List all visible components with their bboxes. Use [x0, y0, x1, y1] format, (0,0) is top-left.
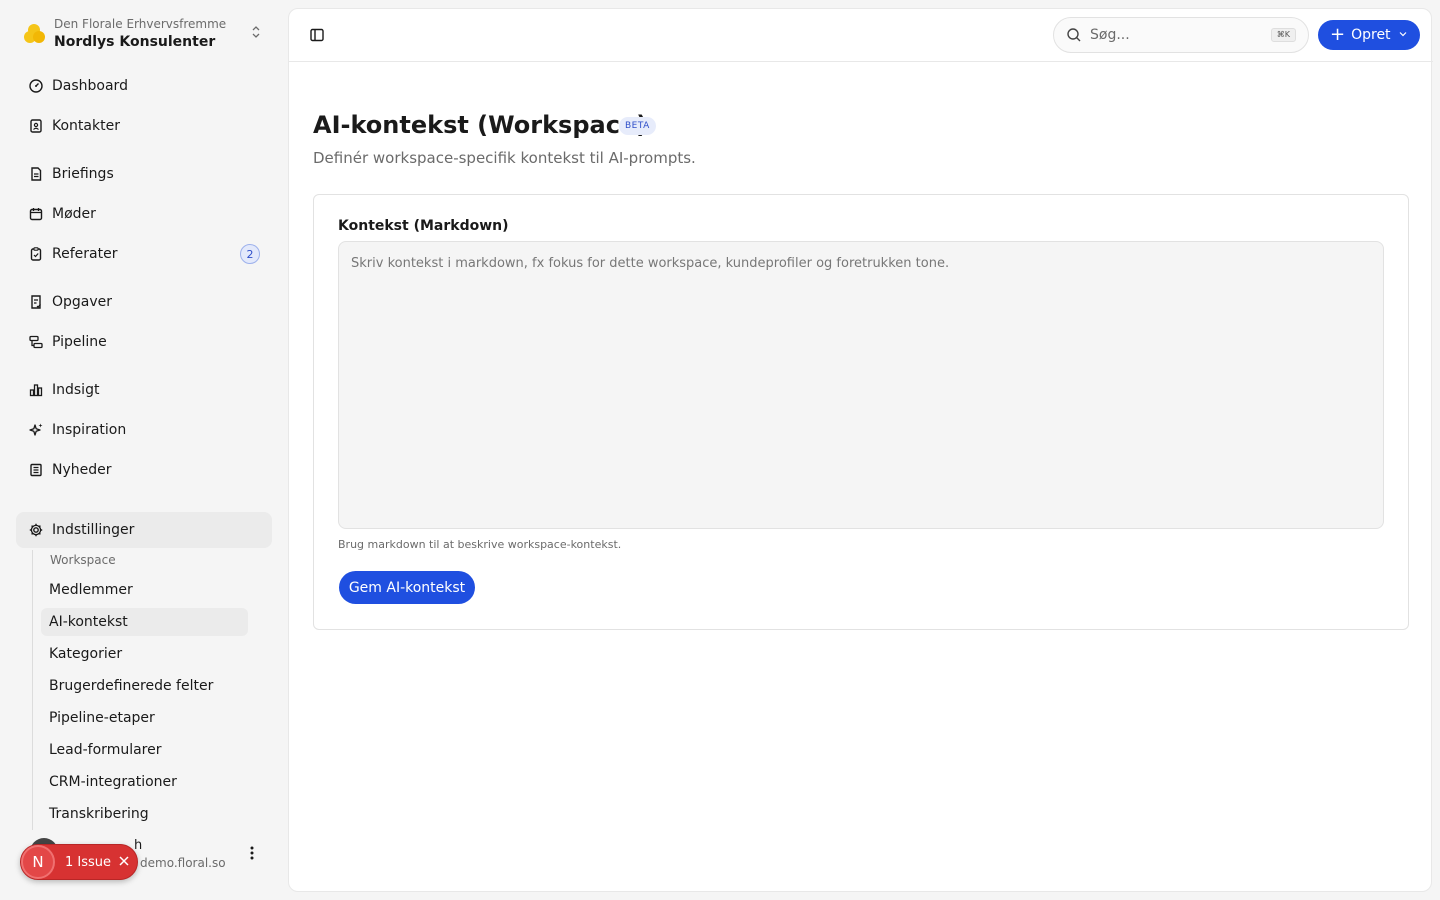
context-field-label: Kontekst (Markdown) [338, 218, 509, 234]
sidebar-item-label: Inspiration [52, 422, 127, 438]
sidebar-item-pipeline[interactable]: Pipeline [16, 324, 272, 360]
beta-badge: BETA [619, 117, 656, 135]
submenu-item-pipeline-etaper[interactable]: Pipeline-etaper [41, 704, 248, 732]
search-input[interactable]: Søg... ⌘K [1053, 17, 1309, 53]
sidebar-item-label: Opgaver [52, 294, 113, 310]
submenu-item-lead-formularer[interactable]: Lead-formularer [41, 736, 248, 764]
gauge-icon [28, 78, 44, 94]
page-subtitle: Definér workspace-specifik kontekst til … [313, 149, 696, 167]
help-text: Brug markdown til at beskrive workspace-… [338, 538, 622, 551]
sidebar-item-dashboard[interactable]: Dashboard [16, 68, 272, 104]
sidebar-item-label: Dashboard [52, 78, 128, 94]
sidebar-item-indsigt[interactable]: Indsigt [16, 372, 272, 408]
page-title: AI-kontekst (Workspace) [313, 111, 648, 139]
gear-icon [28, 522, 44, 538]
sidebar-item-label: Indsigt [52, 382, 100, 398]
sidebar-item-nyheder[interactable]: Nyheder [16, 452, 272, 488]
submenu-item-medlemmer[interactable]: Medlemmer [41, 576, 248, 604]
main-panel: Søg... ⌘K + Opret AI-kontekst (Workspace… [288, 8, 1433, 892]
save-ai-context-button[interactable]: Gem AI-kontekst [339, 571, 475, 604]
workspace-org: Den Florale Erhvervsfremme [54, 16, 227, 31]
create-button[interactable]: + Opret [1318, 20, 1420, 50]
ai-context-card: Kontekst (Markdown) Brug markdown til at… [313, 194, 1409, 630]
issue-indicator[interactable]: N 1 Issue [20, 844, 138, 880]
sidebar-item-label: Indstillinger [52, 522, 135, 538]
workspace-name: Nordlys Konsulenter [54, 33, 216, 50]
submenu-divider [32, 550, 33, 830]
context-markdown-field[interactable] [338, 241, 1384, 529]
submenu-item-ai-kontekst[interactable]: AI-kontekst [41, 608, 248, 636]
create-button-label: Opret [1351, 27, 1391, 43]
sidebar-item-inspiration[interactable]: Inspiration [16, 412, 272, 448]
sidebar-item-label: Kontakter [52, 118, 120, 134]
sidebar-item-label: Referater [52, 246, 118, 262]
submenu-item-kategorier[interactable]: Kategorier [41, 640, 248, 668]
search-placeholder: Søg... [1090, 27, 1130, 43]
workspace-switcher[interactable]: Den Florale Erhvervsfremme Nordlys Konsu… [16, 12, 272, 56]
issue-count: 1 Issue [65, 854, 112, 870]
contacts-icon [28, 118, 44, 134]
sidebar: Den Florale Erhvervsfremme Nordlys Konsu… [0, 0, 288, 900]
tasks-icon [28, 294, 44, 310]
submenu-item-brugerdefinerede-felter[interactable]: Brugerdefinerede felter [41, 672, 248, 700]
issue-logo: N [21, 845, 55, 879]
close-icon[interactable] [119, 854, 129, 870]
sidebar-item-moder[interactable]: Møder [16, 196, 272, 232]
sidebar-item-label: Pipeline [52, 334, 107, 350]
sidebar-item-opgaver[interactable]: Opgaver [16, 284, 272, 320]
sidebar-item-label: Nyheder [52, 462, 112, 478]
workspace-logo-icon [24, 23, 46, 45]
clipboard-icon [28, 246, 44, 262]
plus-icon: + [1330, 24, 1346, 45]
user-name: h [134, 838, 143, 853]
user-email: demo.floral.so [140, 856, 226, 870]
sidebar-item-indstillinger[interactable]: Indstillinger [16, 512, 272, 548]
sidebar-toggle-icon[interactable] [309, 27, 325, 43]
sidebar-item-label: Møder [52, 206, 96, 222]
sidebar-item-label: Briefings [52, 166, 114, 182]
sparkles-icon [28, 422, 44, 438]
calendar-icon [28, 206, 44, 222]
newspaper-icon [28, 462, 44, 478]
sidebar-item-kontakter[interactable]: Kontakter [16, 108, 272, 144]
more-vertical-icon[interactable] [244, 846, 260, 862]
chevron-up-down-icon [248, 24, 264, 44]
sidebar-item-briefings[interactable]: Briefings [16, 156, 272, 192]
document-icon [28, 166, 44, 182]
search-icon [1066, 27, 1082, 43]
pipeline-icon [28, 334, 44, 350]
count-badge: 2 [240, 244, 260, 264]
sidebar-item-referater[interactable]: Referater 2 [16, 236, 272, 272]
submenu-item-crm-integrationer[interactable]: CRM-integrationer [41, 768, 248, 796]
topbar: Søg... ⌘K + Opret [289, 9, 1433, 62]
chevron-down-icon [1399, 30, 1407, 40]
bar-chart-icon [28, 382, 44, 398]
submenu-section-label: Workspace [50, 553, 116, 567]
keyboard-shortcut: ⌘K [1270, 28, 1296, 42]
submenu-item-transkribering[interactable]: Transkribering [41, 800, 248, 828]
